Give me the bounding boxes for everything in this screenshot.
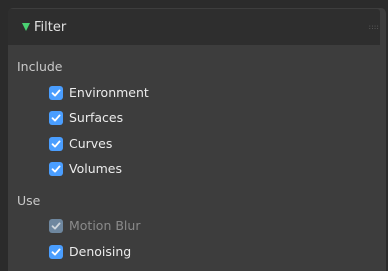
surfaces-checkbox[interactable]: Surfaces [49, 110, 123, 126]
checkmark-icon [49, 162, 63, 176]
checkmark-icon [49, 86, 63, 100]
checkmark-icon [49, 219, 63, 233]
checkmark-icon [49, 111, 63, 125]
motion-blur-label: Motion Blur [69, 218, 141, 233]
drag-handle-icon[interactable]: :::: [368, 25, 379, 31]
use-section-label: Use [17, 193, 41, 208]
checkmark-icon [49, 245, 63, 259]
checkmark-icon [49, 137, 63, 151]
expand-triangle-icon[interactable] [22, 23, 30, 31]
surfaces-label: Surfaces [69, 110, 124, 125]
environment-label: Environment [69, 85, 149, 100]
volumes-label: Volumes [69, 161, 123, 176]
curves-label: Curves [69, 136, 113, 151]
environment-checkbox[interactable]: Environment [49, 85, 149, 101]
curves-checkbox[interactable]: Curves [49, 136, 112, 152]
panel-title[interactable]: Filter [34, 20, 66, 36]
denoising-checkbox[interactable]: Denoising [49, 244, 131, 260]
volumes-checkbox[interactable]: Volumes [49, 161, 122, 177]
include-section-label: Include [17, 59, 63, 74]
motion-blur-checkbox: Motion Blur [49, 218, 140, 234]
denoising-label: Denoising [69, 244, 132, 259]
